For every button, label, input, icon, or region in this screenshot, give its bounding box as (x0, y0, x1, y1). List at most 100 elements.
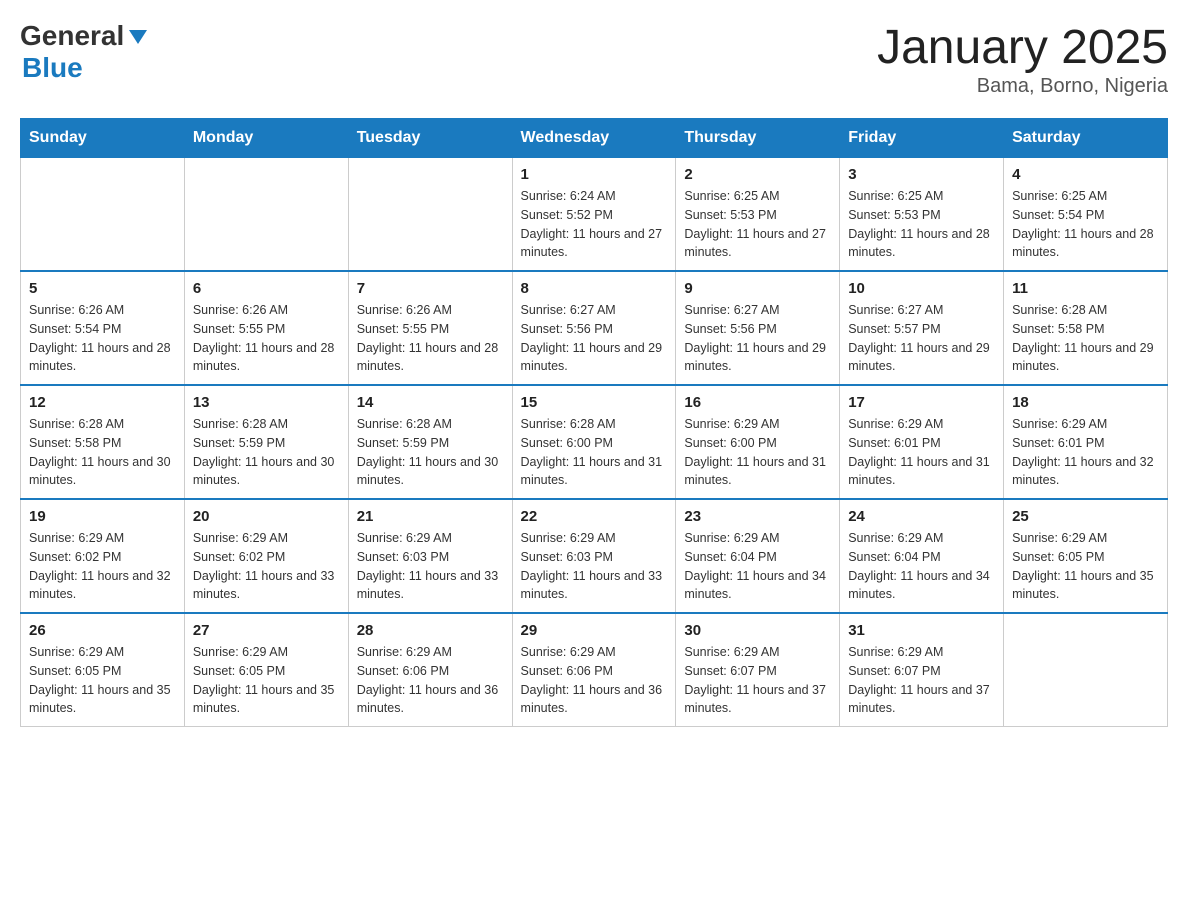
day-number: 3 (848, 166, 995, 183)
calendar-body: 1Sunrise: 6:24 AMSunset: 5:52 PMDaylight… (21, 158, 1168, 727)
day-number: 19 (29, 508, 176, 525)
calendar-day-cell: 6 Sunrise: 6:26 AMSunset: 5:55 PMDaylight… (184, 271, 348, 385)
calendar-day-cell (21, 158, 185, 272)
day-number: 18 (1012, 394, 1159, 411)
day-info: Sunrise: 6:28 AMSunset: 6:00 PMDaylight:… (521, 415, 668, 490)
calendar-day-cell: 19 Sunrise: 6:29 AMSunset: 6:02 PMDayligh… (21, 499, 185, 613)
day-number: 25 (1012, 508, 1159, 525)
logo-blue-text: Blue (22, 52, 83, 83)
calendar-day-cell: 2 Sunrise: 6:25 AMSunset: 5:53 PMDaylight… (676, 158, 840, 272)
calendar-week-row: 1Sunrise: 6:24 AMSunset: 5:52 PMDaylight… (21, 158, 1168, 272)
day-number: 16 (684, 394, 831, 411)
calendar-day-cell: 9 Sunrise: 6:27 AMSunset: 5:56 PMDaylight… (676, 271, 840, 385)
day-info: Sunrise: 6:29 AMSunset: 6:07 PMDaylight:… (684, 643, 831, 718)
day-of-week-header: Saturday (1004, 119, 1168, 158)
day-number: 10 (848, 280, 995, 297)
calendar-day-cell: 20 Sunrise: 6:29 AMSunset: 6:02 PMDayligh… (184, 499, 348, 613)
day-info: Sunrise: 6:29 AMSunset: 6:01 PMDaylight:… (1012, 415, 1159, 490)
day-number: 23 (684, 508, 831, 525)
day-of-week-header: Sunday (21, 119, 185, 158)
day-info: Sunrise: 6:29 AMSunset: 6:05 PMDaylight:… (193, 643, 340, 718)
day-info: Sunrise: 6:29 AMSunset: 6:00 PMDaylight:… (684, 415, 831, 490)
day-number: 6 (193, 280, 340, 297)
day-of-week-header: Tuesday (348, 119, 512, 158)
day-number: 14 (357, 394, 504, 411)
day-info: Sunrise: 6:27 AMSunset: 5:57 PMDaylight:… (848, 301, 995, 376)
day-number: 12 (29, 394, 176, 411)
calendar-day-cell: 10 Sunrise: 6:27 AMSunset: 5:57 PMDayligh… (840, 271, 1004, 385)
calendar-day-cell: 14Sunrise: 6:28 AMSunset: 5:59 PMDayligh… (348, 385, 512, 499)
calendar-day-cell: 27 Sunrise: 6:29 AMSunset: 6:05 PMDayligh… (184, 613, 348, 727)
calendar-header: SundayMondayTuesdayWednesdayThursdayFrid… (21, 119, 1168, 158)
day-of-week-header: Wednesday (512, 119, 676, 158)
day-info: Sunrise: 6:24 AMSunset: 5:52 PMDaylight:… (521, 187, 668, 262)
calendar-week-row: 26Sunrise: 6:29 AMSunset: 6:05 PMDayligh… (21, 613, 1168, 727)
day-info: Sunrise: 6:29 AMSunset: 6:03 PMDaylight:… (357, 529, 504, 604)
day-info: Sunrise: 6:26 AMSunset: 5:55 PMDaylight:… (357, 301, 504, 376)
day-info: Sunrise: 6:28 AMSunset: 5:58 PMDaylight:… (1012, 301, 1159, 376)
day-number: 2 (684, 166, 831, 183)
day-info: Sunrise: 6:27 AMSunset: 5:56 PMDaylight:… (684, 301, 831, 376)
day-info: Sunrise: 6:29 AMSunset: 6:02 PMDaylight:… (29, 529, 176, 604)
calendar-title: January 2025 (877, 20, 1168, 75)
day-info: Sunrise: 6:27 AMSunset: 5:56 PMDaylight:… (521, 301, 668, 376)
day-info: Sunrise: 6:26 AMSunset: 5:54 PMDaylight:… (29, 301, 176, 376)
calendar-day-cell: 15 Sunrise: 6:28 AMSunset: 6:00 PMDayligh… (512, 385, 676, 499)
day-info: Sunrise: 6:29 AMSunset: 6:07 PMDaylight:… (848, 643, 995, 718)
day-of-week-header: Thursday (676, 119, 840, 158)
calendar-table: SundayMondayTuesdayWednesdayThursdayFrid… (20, 118, 1168, 727)
logo-general-text: General (20, 20, 124, 52)
calendar-day-cell: 3Sunrise: 6:25 AMSunset: 5:53 PMDaylight… (840, 158, 1004, 272)
calendar-day-cell: 13Sunrise: 6:28 AMSunset: 5:59 PMDayligh… (184, 385, 348, 499)
day-number: 5 (29, 280, 176, 297)
calendar-day-cell: 28 Sunrise: 6:29 AMSunset: 6:06 PMDayligh… (348, 613, 512, 727)
day-info: Sunrise: 6:25 AMSunset: 5:53 PMDaylight:… (684, 187, 831, 262)
day-number: 4 (1012, 166, 1159, 183)
calendar-week-row: 12Sunrise: 6:28 AMSunset: 5:58 PMDayligh… (21, 385, 1168, 499)
day-info: Sunrise: 6:26 AMSunset: 5:55 PMDaylight:… (193, 301, 340, 376)
day-of-week-header: Friday (840, 119, 1004, 158)
day-info: Sunrise: 6:29 AMSunset: 6:04 PMDaylight:… (848, 529, 995, 604)
calendar-day-cell: 5 Sunrise: 6:26 AMSunset: 5:54 PMDaylight… (21, 271, 185, 385)
logo: General Blue (20, 20, 149, 84)
calendar-day-cell: 23 Sunrise: 6:29 AMSunset: 6:04 PMDayligh… (676, 499, 840, 613)
calendar-day-cell: 17 Sunrise: 6:29 AMSunset: 6:01 PMDayligh… (840, 385, 1004, 499)
calendar-week-row: 19 Sunrise: 6:29 AMSunset: 6:02 PMDayligh… (21, 499, 1168, 613)
day-number: 11 (1012, 280, 1159, 297)
calendar-day-cell: 7 Sunrise: 6:26 AMSunset: 5:55 PMDaylight… (348, 271, 512, 385)
day-info: Sunrise: 6:29 AMSunset: 6:06 PMDaylight:… (521, 643, 668, 718)
day-number: 27 (193, 622, 340, 639)
day-number: 7 (357, 280, 504, 297)
calendar-subtitle: Bama, Borno, Nigeria (877, 75, 1168, 98)
day-number: 28 (357, 622, 504, 639)
day-number: 30 (684, 622, 831, 639)
logo-triangle-icon (127, 26, 149, 48)
day-number: 9 (684, 280, 831, 297)
day-number: 22 (521, 508, 668, 525)
title-area: January 2025 Bama, Borno, Nigeria (877, 20, 1168, 98)
day-info: Sunrise: 6:28 AMSunset: 5:59 PMDaylight:… (193, 415, 340, 490)
calendar-day-cell (184, 158, 348, 272)
calendar-day-cell: 22Sunrise: 6:29 AMSunset: 6:03 PMDayligh… (512, 499, 676, 613)
day-info: Sunrise: 6:29 AMSunset: 6:02 PMDaylight:… (193, 529, 340, 604)
day-info: Sunrise: 6:29 AMSunset: 6:01 PMDaylight:… (848, 415, 995, 490)
day-info: Sunrise: 6:29 AMSunset: 6:04 PMDaylight:… (684, 529, 831, 604)
calendar-day-cell: 29 Sunrise: 6:29 AMSunset: 6:06 PMDayligh… (512, 613, 676, 727)
calendar-day-cell: 1Sunrise: 6:24 AMSunset: 5:52 PMDaylight… (512, 158, 676, 272)
day-of-week-header: Monday (184, 119, 348, 158)
calendar-day-cell: 12Sunrise: 6:28 AMSunset: 5:58 PMDayligh… (21, 385, 185, 499)
day-number: 8 (521, 280, 668, 297)
calendar-day-cell: 11 Sunrise: 6:28 AMSunset: 5:58 PMDayligh… (1004, 271, 1168, 385)
calendar-week-row: 5 Sunrise: 6:26 AMSunset: 5:54 PMDaylight… (21, 271, 1168, 385)
day-number: 15 (521, 394, 668, 411)
day-number: 29 (521, 622, 668, 639)
calendar-day-cell: 18 Sunrise: 6:29 AMSunset: 6:01 PMDayligh… (1004, 385, 1168, 499)
day-number: 17 (848, 394, 995, 411)
calendar-day-cell: 24Sunrise: 6:29 AMSunset: 6:04 PMDayligh… (840, 499, 1004, 613)
day-number: 20 (193, 508, 340, 525)
calendar-day-cell: 21Sunrise: 6:29 AMSunset: 6:03 PMDayligh… (348, 499, 512, 613)
calendar-day-cell: 8 Sunrise: 6:27 AMSunset: 5:56 PMDaylight… (512, 271, 676, 385)
day-info: Sunrise: 6:29 AMSunset: 6:05 PMDaylight:… (1012, 529, 1159, 604)
day-info: Sunrise: 6:29 AMSunset: 6:06 PMDaylight:… (357, 643, 504, 718)
calendar-day-cell: 25 Sunrise: 6:29 AMSunset: 6:05 PMDayligh… (1004, 499, 1168, 613)
